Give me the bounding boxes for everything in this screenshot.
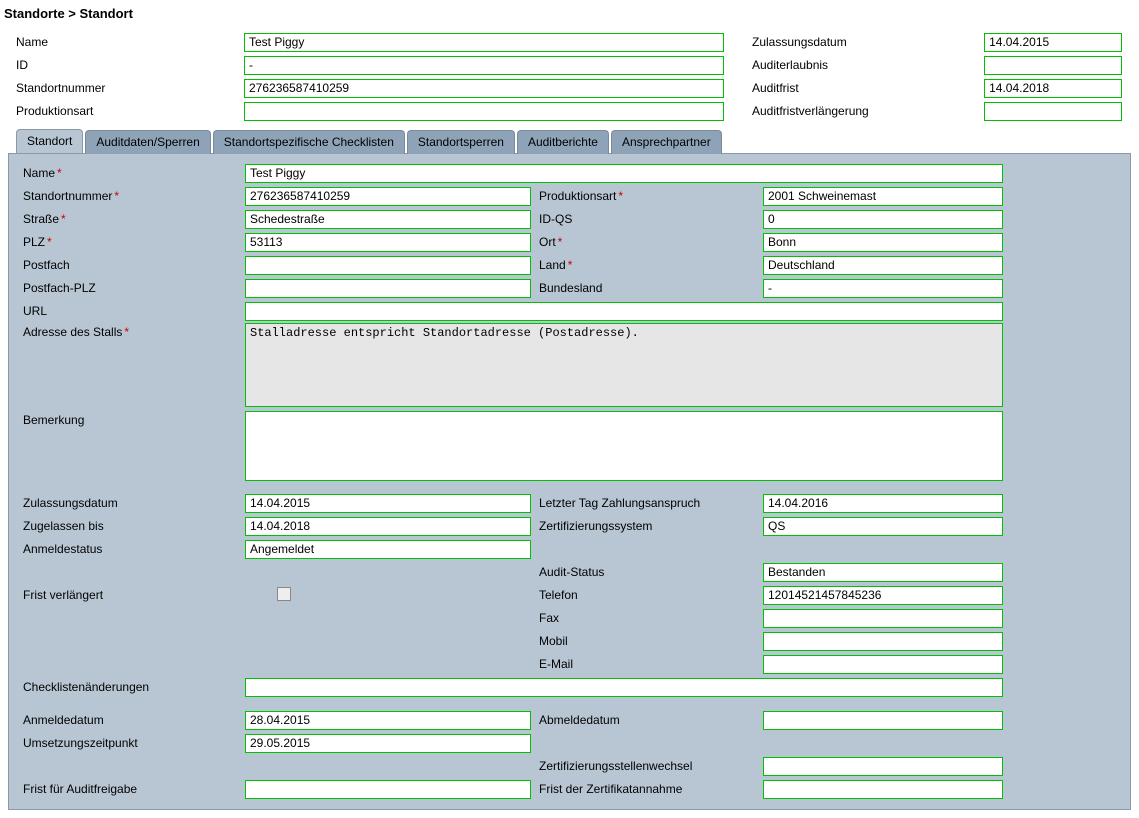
label-form-fax: Fax [535,611,763,625]
header-section: Name Test Piggy ID - Standortnummer 2762… [0,31,1139,129]
label-form-produktionsart: Produktionsart* [535,189,763,203]
label-form-anmeldestatus: Anmeldestatus [15,542,245,556]
field-form-ort[interactable]: Bonn [763,233,1003,252]
label-form-standortnummer: Standortnummer* [15,189,245,203]
field-auditfristverl[interactable] [984,102,1122,121]
tab-auditdaten[interactable]: Auditdaten/Sperren [85,130,210,154]
label-standortnummer: Standortnummer [16,81,244,95]
field-form-zertwechsel[interactable] [763,757,1003,776]
label-zulassungsdatum: Zulassungsdatum [752,35,984,49]
label-form-mobil: Mobil [535,634,763,648]
field-form-bundesland[interactable]: - [763,279,1003,298]
label-auditfristverl: Auditfristverlängerung [752,104,984,118]
label-form-telefon: Telefon [535,588,763,602]
label-form-postfach: Postfach [15,258,245,272]
field-form-postfach[interactable] [245,256,531,275]
field-form-plz[interactable]: 53113 [245,233,531,252]
label-form-postfachplz: Postfach-PLZ [15,281,245,295]
field-form-zugelassen[interactable]: 14.04.2018 [245,517,531,536]
label-auditfrist: Auditfrist [752,81,984,95]
field-id[interactable]: - [244,56,724,75]
label-auditerlaubnis: Auditerlaubnis [752,58,984,72]
label-form-bundesland: Bundesland [535,281,763,295]
field-form-auditstatus[interactable]: Bestanden [763,563,1003,582]
checkbox-fristverl[interactable] [277,587,291,601]
field-form-zertsys[interactable]: QS [763,517,1003,536]
label-form-zulassungsdatum: Zulassungsdatum [15,496,245,510]
label-produktionsart: Produktionsart [16,104,244,118]
label-form-bemerkung: Bemerkung [15,411,245,427]
label-form-umsetzung: Umsetzungszeitpunkt [15,736,245,750]
field-form-produktionsart[interactable]: 2001 Schweinemast [763,187,1003,206]
field-form-mobil[interactable] [763,632,1003,651]
field-form-checklisten[interactable] [245,678,1003,697]
label-id: ID [16,58,244,72]
field-form-name[interactable]: Test Piggy [245,164,1003,183]
field-form-letzter[interactable]: 14.04.2016 [763,494,1003,513]
field-form-abmeldedatum[interactable] [763,711,1003,730]
label-form-name: Name* [15,166,245,180]
label-form-fristverl: Frist verlängert [15,588,245,602]
field-form-url[interactable] [245,302,1003,321]
label-form-strasse: Straße* [15,212,245,226]
field-standortnummer[interactable]: 276236587410259 [244,79,724,98]
field-form-anmeldedatum[interactable]: 28.04.2015 [245,711,531,730]
label-form-zertsys: Zertifizierungssystem [535,519,763,533]
label-form-zugelassen: Zugelassen bis [15,519,245,533]
field-produktionsart[interactable] [244,102,724,121]
label-form-zertwechsel: Zertifizierungsstellenwechsel [535,759,763,773]
tab-standortsperren[interactable]: Standortsperren [407,130,515,154]
label-form-fristaudit: Frist für Auditfreigabe [15,782,245,796]
field-form-adresse[interactable] [245,323,1003,407]
field-auditerlaubnis[interactable] [984,56,1122,75]
label-form-fristzert: Frist der Zertifikatannahme [535,782,763,796]
tab-ansprechpartner[interactable]: Ansprechpartner [611,130,722,154]
field-form-anmeldestatus[interactable]: Angemeldet [245,540,531,559]
label-form-checklisten: Checklistenänderungen [15,680,245,694]
field-form-umsetzung[interactable]: 29.05.2015 [245,734,531,753]
tab-standort[interactable]: Standort [16,129,83,153]
breadcrumb: Standorte > Standort [0,0,1139,31]
label-form-ort: Ort* [535,235,763,249]
label-name: Name [16,35,244,49]
field-name[interactable]: Test Piggy [244,33,724,52]
field-form-email[interactable] [763,655,1003,674]
label-form-land: Land* [535,258,763,272]
field-form-postfachplz[interactable] [245,279,531,298]
tab-auditberichte[interactable]: Auditberichte [517,130,609,154]
field-form-idqs[interactable]: 0 [763,210,1003,229]
field-form-zulassungsdatum[interactable]: 14.04.2015 [245,494,531,513]
field-form-telefon[interactable]: 12014521457845236 [763,586,1003,605]
label-form-anmeldedatum: Anmeldedatum [15,713,245,727]
label-form-letzter: Letzter Tag Zahlungsanspruch [535,496,763,510]
label-form-idqs: ID-QS [535,212,763,226]
label-form-url: URL [15,304,245,318]
label-form-plz: PLZ* [15,235,245,249]
field-form-standortnummer[interactable]: 276236587410259 [245,187,531,206]
tabstrip: Standort Auditdaten/Sperren Standortspez… [0,129,1139,153]
label-form-email: E-Mail [535,657,763,671]
field-form-strasse[interactable]: Schedestraße [245,210,531,229]
field-form-fax[interactable] [763,609,1003,628]
field-auditfrist[interactable]: 14.04.2018 [984,79,1122,98]
label-form-auditstatus: Audit-Status [535,565,763,579]
field-form-land[interactable]: Deutschland [763,256,1003,275]
label-form-adresse: Adresse des Stalls* [15,323,245,339]
field-zulassungsdatum[interactable]: 14.04.2015 [984,33,1122,52]
tab-checklisten[interactable]: Standortspezifische Checklisten [213,130,405,154]
tab-body-standort: Name* Test Piggy Standortnummer* 2762365… [8,153,1131,810]
label-form-abmeldedatum: Abmeldedatum [535,713,763,727]
field-form-fristaudit[interactable] [245,780,531,799]
field-form-fristzert[interactable] [763,780,1003,799]
field-form-bemerkung[interactable] [245,411,1003,481]
